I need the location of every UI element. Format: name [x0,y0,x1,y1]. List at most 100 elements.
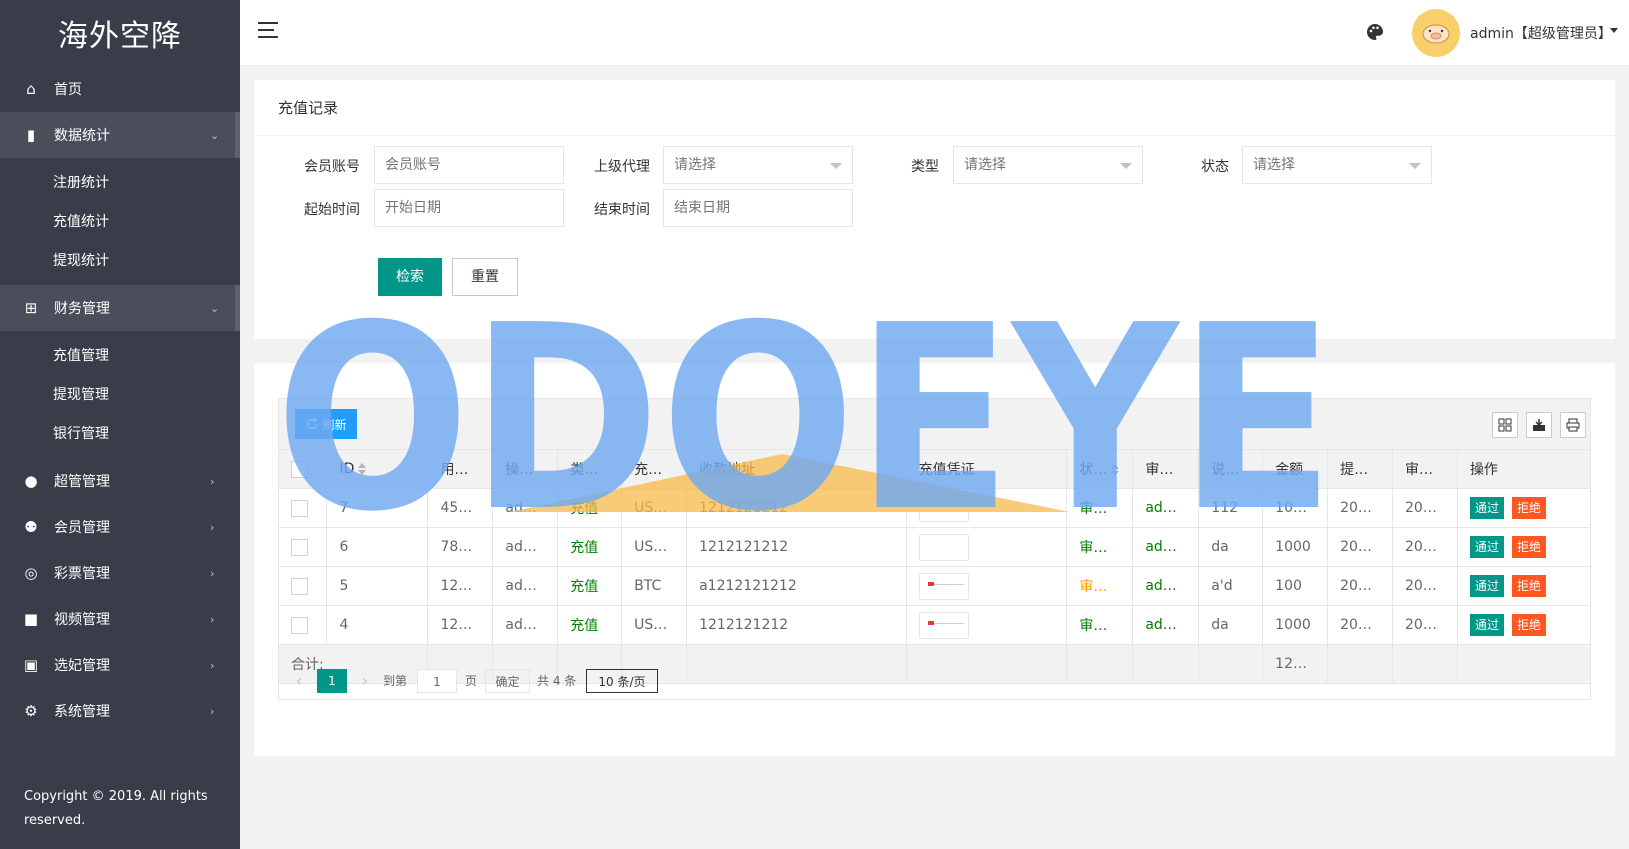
cell-currency: BTC [621,566,688,606]
export-button[interactable] [1526,412,1552,438]
cell-auditor: admin [1132,605,1200,645]
sidebar-item-3[interactable]: ● 超管管理 › [0,458,240,504]
row-checkbox[interactable] [291,616,308,634]
prev-page-icon[interactable]: ‹ [287,669,311,693]
cell-auditor: admin [1132,488,1200,528]
cell-audit-time: 20… [1392,605,1458,645]
cell-address: a1212121212 [686,566,907,606]
sort-icon[interactable] [358,463,367,475]
reset-button[interactable]: 重置 [452,258,518,296]
menu-toggle-icon[interactable] [258,22,278,42]
reject-button[interactable]: 拒绝 [1511,614,1546,636]
submenu-item[interactable]: 提现管理 [0,374,240,413]
voucher-thumbnail[interactable] [918,533,969,561]
type-select[interactable]: 请选择 [953,146,1143,184]
row-checkbox[interactable] [291,577,308,595]
reject-button[interactable]: 拒绝 [1511,575,1546,597]
column-header: 提… [1327,449,1394,489]
voucher-thumbnail[interactable] [918,611,969,639]
column-header: 审… [1132,449,1200,489]
sidebar-item-label: 彩票管理 [54,566,110,582]
column-header-label: 审… [1405,462,1434,478]
print-button[interactable] [1560,412,1586,438]
chevron-right-icon: › [210,566,215,580]
column-header[interactable]: ID [326,449,429,489]
sidebar-item-0[interactable]: ⌂ 首页 [0,66,240,112]
submenu-item[interactable]: 提现统计 [0,240,240,279]
cell-user: 45… [427,488,494,528]
start-date-input[interactable] [374,189,564,227]
refresh-button[interactable]: 刷新 [295,409,357,439]
agent-select[interactable]: 请选择 [663,146,853,184]
chevron-right-icon: › [210,474,215,488]
next-page-icon[interactable]: › [353,669,377,693]
cell-type: 充值 [557,488,623,528]
gamepad-icon: ◎ [24,564,38,582]
cell-audit-time: 20… [1392,488,1458,528]
cell-audit-time: 20… [1392,527,1458,567]
caret-down-icon[interactable] [1610,28,1618,33]
sidebar-item-5[interactable]: ◎ 彩票管理 › [0,550,240,596]
cell-address: 1212121212 [686,488,907,528]
sidebar-item-1[interactable]: ▮ 数据统计 ⌄ [0,112,240,158]
search-button[interactable]: 检索 [378,258,442,296]
submenu-item[interactable]: 注册统计 [0,162,240,201]
sidebar-item-6[interactable]: ■ 视频管理 › [0,596,240,642]
gear-icon: ⚙ [24,702,38,720]
reject-button[interactable]: 拒绝 [1511,497,1546,519]
print-icon [1566,418,1580,432]
page-current[interactable]: 1 [317,669,347,693]
approve-button[interactable]: 通过 [1469,536,1504,558]
palette-icon[interactable] [1365,22,1385,42]
cell-operator: ad… [492,527,559,567]
end-date-input[interactable] [663,189,853,227]
cell-operator: ad… [492,488,559,528]
cell-note: da [1198,527,1264,567]
page-size-select[interactable]: 10 条/页 [586,669,658,693]
copyright-text: Copyright © 2019. All rights reserved. [24,789,208,828]
total-count: 共 4 条 [537,674,577,688]
submenu-item[interactable]: 银行管理 [0,413,240,452]
cell-status: 审核通过 [1066,488,1134,528]
cell-user: 12… [427,605,494,645]
start-label: 起始时间 [304,202,360,218]
sort-icon[interactable] [1243,464,1252,476]
voucher-thumbnail[interactable] [918,494,969,522]
select-all-checkbox[interactable] [291,460,308,478]
users-icon: ⚉ [24,518,38,536]
chevron-down-icon: ⌄ [210,128,220,142]
sidebar-item-8[interactable]: ⚙ 系统管理 › [0,688,240,734]
submenu-item[interactable]: 充值管理 [0,335,240,374]
sidebar-item-4[interactable]: ⚉ 会员管理 › [0,504,240,550]
member-input[interactable] [374,146,564,184]
user-name[interactable]: admin【超级管理员】 [1470,23,1612,43]
columns-button[interactable] [1492,412,1518,438]
avatar[interactable] [1412,9,1460,57]
goto-page-input[interactable]: 1 [417,669,457,693]
sort-icon[interactable] [602,464,611,476]
row-checkbox[interactable] [291,499,308,517]
column-header: 操作 [1456,449,1592,489]
cell-id: 6 [326,527,429,567]
column-header[interactable]: 状… [1066,449,1134,489]
goto-confirm-button[interactable]: 确定 [485,669,530,693]
bar-chart-icon: ▮ [26,126,36,144]
export-icon [1533,419,1545,431]
column-header[interactable]: 类… [557,449,623,489]
reject-button[interactable]: 拒绝 [1511,536,1546,558]
sidebar-item-7[interactable]: ▣ 选妃管理 › [0,642,240,688]
approve-button[interactable]: 通过 [1469,497,1504,519]
sidebar-item-label: 首页 [54,82,82,98]
status-select[interactable]: 请选择 [1242,146,1432,184]
column-header[interactable]: 说… [1198,449,1264,489]
submenu-item[interactable]: 充值统计 [0,201,240,240]
status-select-value: 请选择 [1253,157,1295,173]
voucher-thumbnail[interactable] [918,572,969,600]
sort-icon[interactable] [1111,464,1120,476]
approve-button[interactable]: 通过 [1469,575,1504,597]
cell-voucher [905,566,1068,606]
approve-button[interactable]: 通过 [1469,614,1504,636]
row-checkbox[interactable] [291,538,308,556]
status-label: 状态 [1201,159,1229,175]
sidebar-item-2[interactable]: ⊞ 财务管理 ⌄ [0,285,240,331]
